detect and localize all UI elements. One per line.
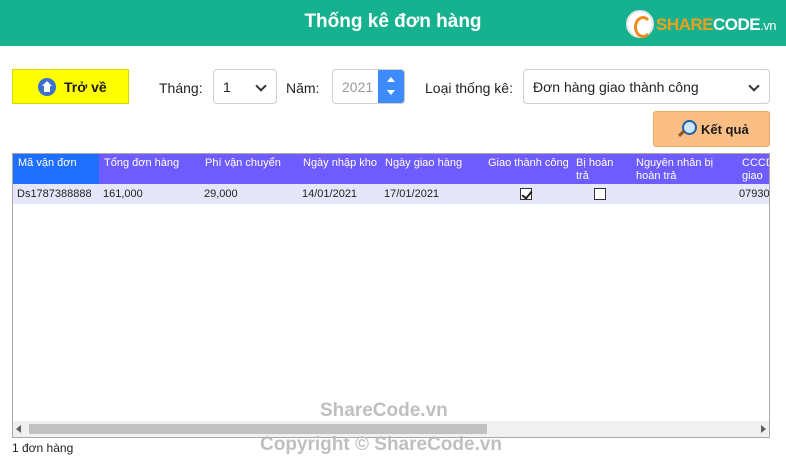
- year-spin-buttons[interactable]: [378, 70, 404, 103]
- scroll-right-icon[interactable]: [761, 425, 766, 433]
- cell-phi-van-chuyen: 29,000: [204, 188, 238, 200]
- cell-ngay-giao-hang: 17/01/2021: [384, 188, 440, 200]
- col-header-tong-don-hang[interactable]: Tổng đơn hàng: [99, 154, 202, 184]
- cell-tong-don-hang: 161,000: [103, 188, 143, 200]
- stat-type-label: Loại thống kê:: [425, 80, 513, 96]
- status-count: 1 đơn hàng: [12, 441, 74, 455]
- col-header-giao-thanh-cong[interactable]: Giao thành công: [483, 154, 569, 184]
- grid-header: Mã vận đơn Tổng đơn hàng Phí vận chuyển …: [13, 154, 769, 184]
- col-header-phi-van-chuyen[interactable]: Phí vận chuyển: [200, 154, 298, 184]
- logo-icon: [626, 10, 654, 38]
- checkbox-bi-hoan-tra[interactable]: [594, 188, 606, 200]
- spin-up-icon[interactable]: [387, 77, 395, 82]
- month-label: Tháng:: [159, 80, 203, 96]
- back-button[interactable]: Trở về: [12, 69, 129, 104]
- chevron-down-icon: [748, 80, 760, 92]
- month-select[interactable]: 1: [213, 69, 277, 104]
- scroll-thumb[interactable]: [29, 424, 487, 434]
- result-button[interactable]: Kết quả: [653, 111, 770, 147]
- search-icon: [677, 120, 697, 138]
- back-button-label: Trở về: [64, 78, 107, 95]
- checkbox-giao-thanh-cong[interactable]: [520, 188, 532, 200]
- watermark-copyright: Copyright © ShareCode.vn: [260, 434, 503, 455]
- scroll-left-icon[interactable]: [16, 425, 21, 433]
- orders-grid[interactable]: Mã vận đơn Tổng đơn hàng Phí vận chuyển …: [12, 153, 770, 438]
- col-header-ngay-giao-hang[interactable]: Ngày giao hàng: [380, 154, 483, 184]
- year-label: Năm:: [286, 80, 320, 96]
- month-value: 1: [223, 78, 231, 95]
- spin-down-icon[interactable]: [387, 90, 395, 95]
- cell-cccd: 07930: [739, 188, 770, 200]
- col-header-ma-van-don[interactable]: Mã vận đơn: [13, 154, 99, 184]
- table-row[interactable]: Ds1787388888 161,000 29,000 14/01/2021 1…: [13, 184, 770, 204]
- stat-type-value: Đơn hàng giao thành công: [533, 78, 699, 95]
- sharecode-logo: SHARECODE.vn: [626, 10, 778, 40]
- year-stepper[interactable]: 2021: [332, 69, 405, 104]
- chevron-down-icon: [255, 80, 267, 92]
- col-header-cccd[interactable]: CCCD giao: [737, 154, 769, 184]
- cell-nguyen-nhan: [631, 184, 735, 204]
- col-header-nguyen-nhan[interactable]: Nguyên nhân bị hoàn trả: [631, 154, 735, 184]
- col-header-bi-hoan-tra[interactable]: Bị hoàn trả: [571, 154, 629, 184]
- title-bar: Thống kê đơn hàng SHARECODE.vn: [0, 0, 786, 46]
- logo-text: SHARECODE.vn: [656, 15, 776, 34]
- cell-ngay-nhap-kho: 14/01/2021: [302, 188, 358, 200]
- watermark: ShareCode.vn: [320, 400, 448, 421]
- year-value: 2021: [342, 79, 374, 95]
- cell-ma-van-don: Ds1787388888: [17, 188, 92, 200]
- home-icon: [38, 77, 56, 96]
- result-button-label: Kết quả: [701, 121, 749, 137]
- stat-type-select[interactable]: Đơn hàng giao thành công: [523, 69, 770, 104]
- col-header-ngay-nhap-kho[interactable]: Ngày nhập kho: [298, 154, 380, 184]
